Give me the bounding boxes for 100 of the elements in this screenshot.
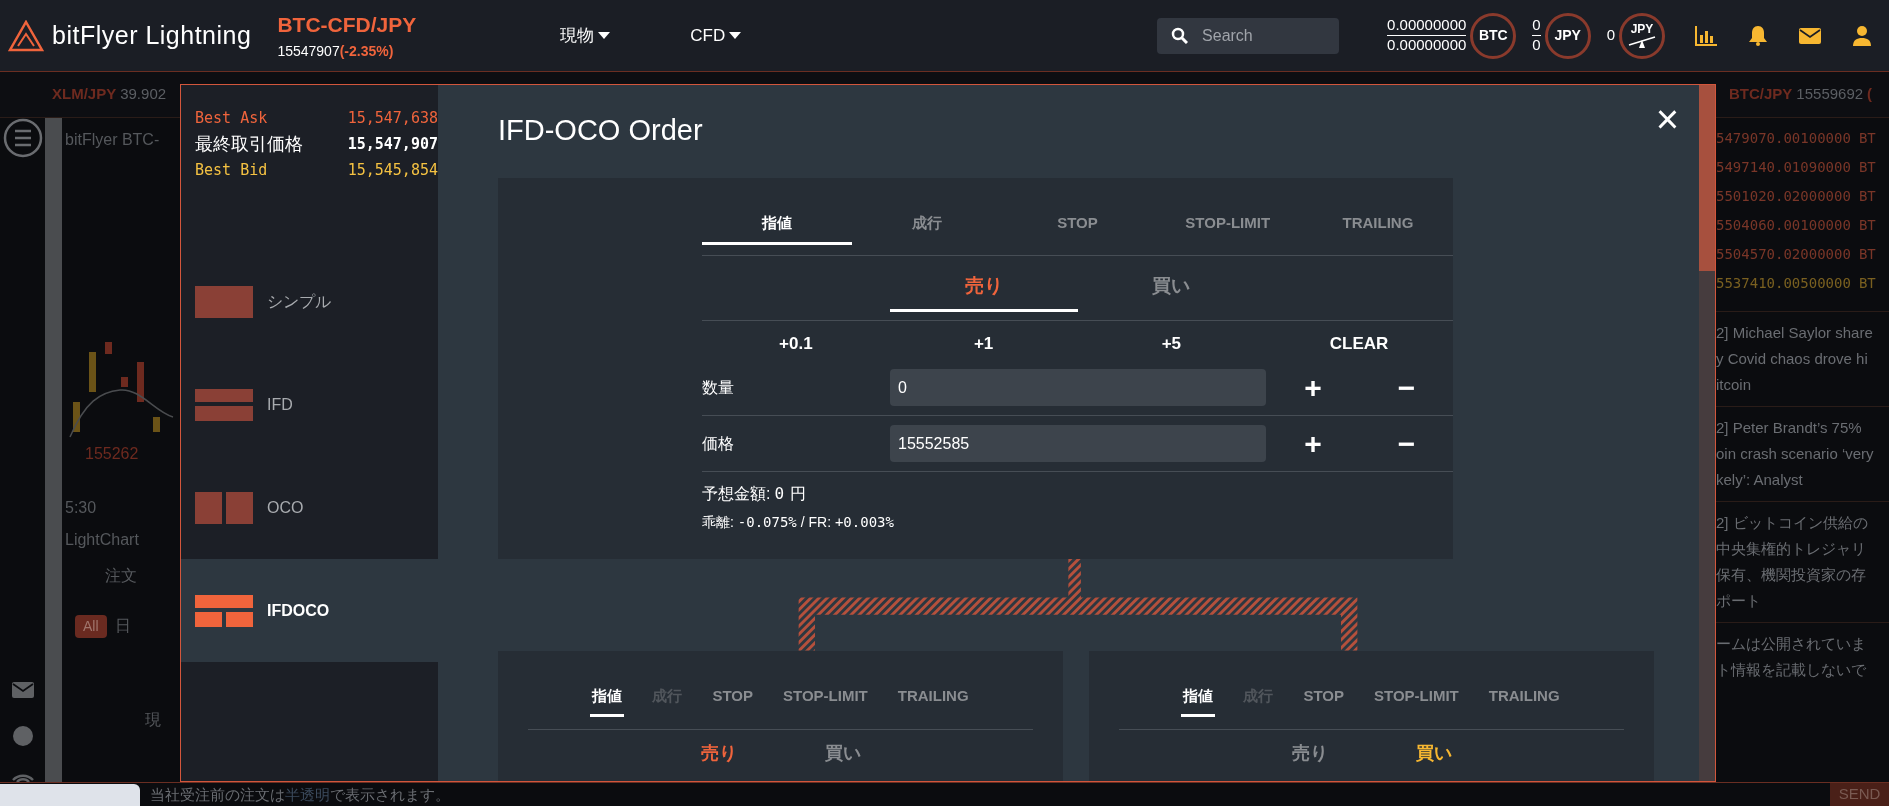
chart-title: bitFlyer BTC- <box>65 130 161 150</box>
candle <box>137 362 144 402</box>
quick-add-button[interactable]: +0.1 <box>702 321 890 361</box>
field-label: 数量 <box>702 378 735 398</box>
order-type-icon <box>195 388 253 421</box>
trade-row-text: 5501020.02000000 BT <box>1716 187 1877 206</box>
order-tab[interactable]: TRAILING <box>1486 681 1562 717</box>
chart-icon[interactable] <box>1695 25 1717 46</box>
order-type-item[interactable]: シンプル <box>181 250 438 353</box>
quote-value: 15,547,638 <box>347 108 438 129</box>
ticker-paren: ( <box>1867 84 1873 105</box>
candle <box>121 377 128 387</box>
currency-label: JPY <box>1630 22 1654 35</box>
quick-add-button[interactable]: +5 <box>1077 321 1266 361</box>
side-tab[interactable]: 売り <box>889 266 1078 312</box>
quick-add-button[interactable]: +1 <box>889 321 1078 361</box>
balance-value: 0 <box>1532 35 1541 55</box>
quote-value: 15,545,854 <box>347 160 438 181</box>
decrement-button[interactable]: − <box>1397 373 1416 403</box>
order-type-icon <box>195 594 253 627</box>
order-tab[interactable]: STOP <box>1002 206 1153 246</box>
estimate-text: 予想金額: 0 円 <box>702 483 808 506</box>
quote-label: Best Bid <box>195 160 268 181</box>
quote-label: 最終取引価格 <box>195 133 303 156</box>
input-field[interactable]: 0 <box>890 369 1266 407</box>
candle <box>89 352 96 392</box>
quote-label: Best Ask <box>195 108 268 129</box>
close-button[interactable]: × <box>1655 99 1699 139</box>
menu-dropdown[interactable]: CFD <box>690 22 742 49</box>
decrement-button[interactable]: − <box>1397 429 1416 459</box>
order-type-icon <box>195 285 253 318</box>
order-type-item[interactable]: IFD <box>181 353 438 456</box>
quote-value: 15,547,907 <box>347 134 438 155</box>
trade-row-text: 5504060.00100000 BT <box>1716 216 1877 235</box>
ticker-pair: XLM/JPY <box>52 84 117 105</box>
time-label: 5:30 <box>65 498 98 518</box>
scale-icon <box>1627 34 1657 49</box>
deviation-text: 乖離: -0.075% / FR: +0.003% <box>702 513 895 533</box>
order-tab[interactable]: STOP-LIMIT <box>1372 681 1461 717</box>
list-text: 現 <box>145 710 162 730</box>
modal-title: IFD-OCO Order <box>498 113 703 148</box>
order-tab[interactable]: 指値 <box>590 681 625 717</box>
input-field[interactable]: 15552585 <box>890 425 1266 463</box>
side-tab[interactable]: 買い <box>1077 266 1266 312</box>
candle <box>73 402 80 432</box>
trade-row-text: 5537410.00500000 BT <box>1716 274 1877 293</box>
order-type-item[interactable]: OCO <box>181 456 438 559</box>
ticker-pair: BTC/JPY <box>1729 84 1793 105</box>
field-label: 価格 <box>702 434 735 454</box>
side-tab[interactable]: 売り <box>1291 729 1328 780</box>
order-tab[interactable]: STOP-LIMIT <box>1152 206 1303 246</box>
order-tab[interactable]: TRAILING <box>895 681 971 717</box>
caret-icon <box>729 32 742 39</box>
user-icon[interactable] <box>1853 25 1871 46</box>
filter-label: 日 <box>114 616 131 636</box>
price-label: 155262 <box>85 444 140 464</box>
balance-value: 0.00000000 <box>1387 35 1467 55</box>
balance-value: 0.00000000 <box>1387 16 1467 35</box>
side-tab[interactable]: 売り <box>700 729 737 780</box>
order-tab[interactable]: STOP <box>710 681 755 717</box>
pair-title: BTC-CFD/JPY <box>277 12 417 39</box>
order-tab[interactable]: TRAILING <box>1302 206 1453 246</box>
candle <box>105 342 112 354</box>
margin-button[interactable]: JPY <box>1619 12 1665 59</box>
bell-icon[interactable] <box>1749 25 1767 46</box>
ticker-price: 39.902 <box>120 84 167 105</box>
order-tab[interactable]: STOP <box>1301 681 1346 717</box>
order-tab[interactable]: 成行 <box>852 206 1003 246</box>
currency-button[interactable]: BTC <box>1470 12 1517 59</box>
mail-icon[interactable] <box>1799 27 1821 44</box>
logo-icon <box>8 19 44 52</box>
order-tab[interactable]: 指値 <box>702 206 853 246</box>
trade-row-text: 5504570.02000000 BT <box>1716 245 1877 264</box>
increment-button[interactable]: + <box>1304 373 1322 403</box>
side-tab[interactable]: 買い <box>1415 729 1452 780</box>
chat-message: ームは公開されていま ト情報を記載しないで <box>1716 634 1867 680</box>
trade-row-text: 5479070.00100000 BT <box>1716 129 1877 148</box>
quick-add-button[interactable]: CLEAR <box>1265 321 1453 361</box>
balance-value: 0 <box>1532 16 1541 35</box>
order-type-icon <box>195 491 253 524</box>
currency-button[interactable]: JPY <box>1544 12 1591 59</box>
caret-icon <box>598 32 611 39</box>
change-text: (-2.35%) <box>339 41 394 61</box>
logo-text: bitFlyer Lightning <box>52 19 252 51</box>
trade-row-text: 5497140.01090000 BT <box>1716 158 1877 177</box>
search-input[interactable]: Search <box>1200 22 1321 49</box>
notice-text: 当社受注前の注文は半透明で表示されます。 <box>150 784 450 805</box>
margin-value: 0 <box>1606 26 1615 45</box>
price-text: 15547907 <box>277 41 340 61</box>
ticker-price: 15559692 <box>1796 84 1864 105</box>
candle <box>153 417 160 432</box>
order-tab[interactable]: 指値 <box>1181 681 1216 717</box>
scrollbar-thumb[interactable] <box>1699 85 1715 271</box>
search-field[interactable]: Search <box>1157 17 1340 54</box>
menu-icon[interactable] <box>2 118 43 158</box>
side-tab[interactable]: 買い <box>824 729 861 780</box>
menu-dropdown[interactable]: 現物 <box>560 22 611 49</box>
order-tab[interactable]: STOP-LIMIT <box>781 681 870 717</box>
increment-button[interactable]: + <box>1304 429 1322 459</box>
order-type-item[interactable]: IFDOCO <box>181 559 438 662</box>
